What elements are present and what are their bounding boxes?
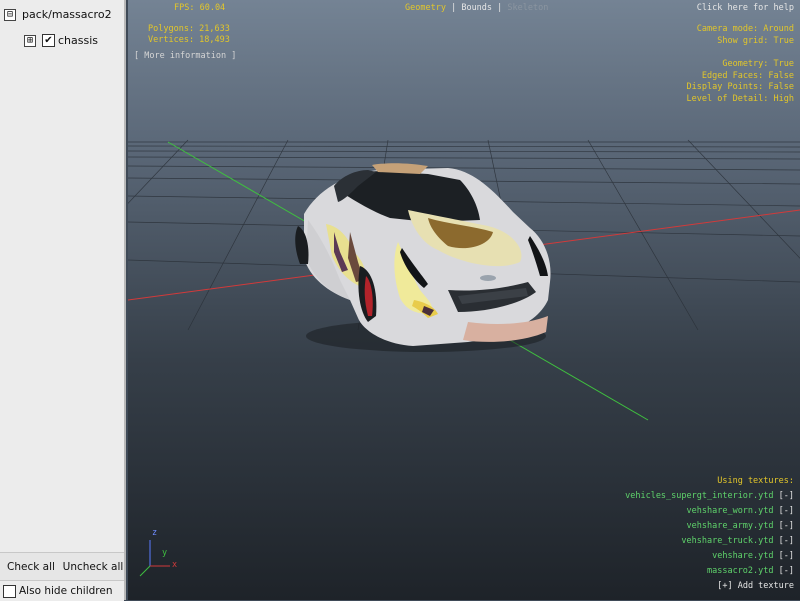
axis-y-label: y [162,548,168,558]
fps-readout: FPS: 60.04 [174,3,226,13]
level-of-detail-setting[interactable]: Level of Detail: High [687,94,794,105]
add-texture-button[interactable]: [+] Add texture [717,581,794,592]
vertices-readout: Vertices: 18,493 [148,35,230,45]
axis-z-label: z [152,528,158,538]
car-model[interactable] [295,163,551,352]
uncheck-all-button[interactable]: Uncheck all [62,553,124,581]
collapse-icon[interactable]: ⊟ [4,8,16,21]
tab-separator: | [497,3,503,13]
tab-geometry[interactable]: Geometry [405,3,446,13]
scene-tree-panel: ⊟ pack/massacro2 ⊞ ✔ chassis Check all U… [0,0,126,601]
tree-actions: Check all Uncheck all [0,552,124,581]
remove-texture-button[interactable]: [-] [779,536,794,546]
axis-x-label: x [172,560,178,570]
remove-texture-button[interactable]: [-] [779,566,794,576]
texture-item: massacro2.ytd [-] [707,566,794,577]
remove-texture-button[interactable]: [-] [779,491,794,501]
camera-mode-setting[interactable]: Camera mode: Around [697,24,794,35]
also-hide-children-option[interactable]: Also hide children [0,580,124,601]
texture-name[interactable]: vehshare_truck.ytd [681,536,773,546]
texture-name[interactable]: vehshare_worn.ytd [687,506,774,516]
texture-item: vehshare.ytd [-] [712,551,794,562]
texture-item: vehshare_worn.ytd [-] [687,506,794,517]
tree-item-root[interactable]: ⊟ pack/massacro2 [4,8,112,21]
remove-texture-button[interactable]: [-] [779,551,794,561]
tree-item-chassis[interactable]: ⊞ ✔ chassis [24,34,98,47]
texture-name[interactable]: massacro2.ytd [707,566,774,576]
also-hide-children-checkbox[interactable] [3,584,16,598]
chassis-checkbox[interactable]: ✔ [42,34,55,47]
texture-item: vehshare_truck.ytd [-] [681,536,794,547]
polygons-readout: Polygons: 21,633 [148,24,230,34]
more-information-link[interactable]: [ More information ] [134,51,236,62]
3d-viewport[interactable]: z y x FPS: 60.04 Polygons: 21,633 Vertic… [128,0,800,600]
texture-name[interactable]: vehshare.ytd [712,551,773,561]
tree-item-root-label: pack/massacro2 [22,8,112,21]
tab-separator: | [451,3,457,13]
show-grid-setting[interactable]: Show grid: True [717,36,794,47]
expand-icon[interactable]: ⊞ [24,34,36,47]
display-points-setting[interactable]: Display Points: False [687,82,794,93]
texture-item: vehicles_supergt_interior.ytd [-] [625,491,794,502]
check-all-button[interactable]: Check all [0,553,62,581]
textures-heading: Using textures: [717,476,794,486]
view-tabs: Geometry | Bounds | Skeleton [405,3,548,14]
edged-faces-setting[interactable]: Edged Faces: False [702,71,794,82]
help-link[interactable]: Click here for help [697,3,794,14]
remove-texture-button[interactable]: [-] [779,521,794,531]
remove-texture-button[interactable]: [-] [779,506,794,516]
tab-skeleton[interactable]: Skeleton [507,3,548,13]
texture-name[interactable]: vehicles_supergt_interior.ytd [625,491,773,501]
also-hide-children-label: Also hide children [19,585,113,597]
geometry-setting[interactable]: Geometry: True [722,59,794,70]
texture-name[interactable]: vehshare_army.ytd [687,521,774,531]
tree-item-chassis-label: chassis [58,34,99,47]
tab-bounds[interactable]: Bounds [461,3,492,13]
texture-item: vehshare_army.ytd [-] [687,521,794,532]
